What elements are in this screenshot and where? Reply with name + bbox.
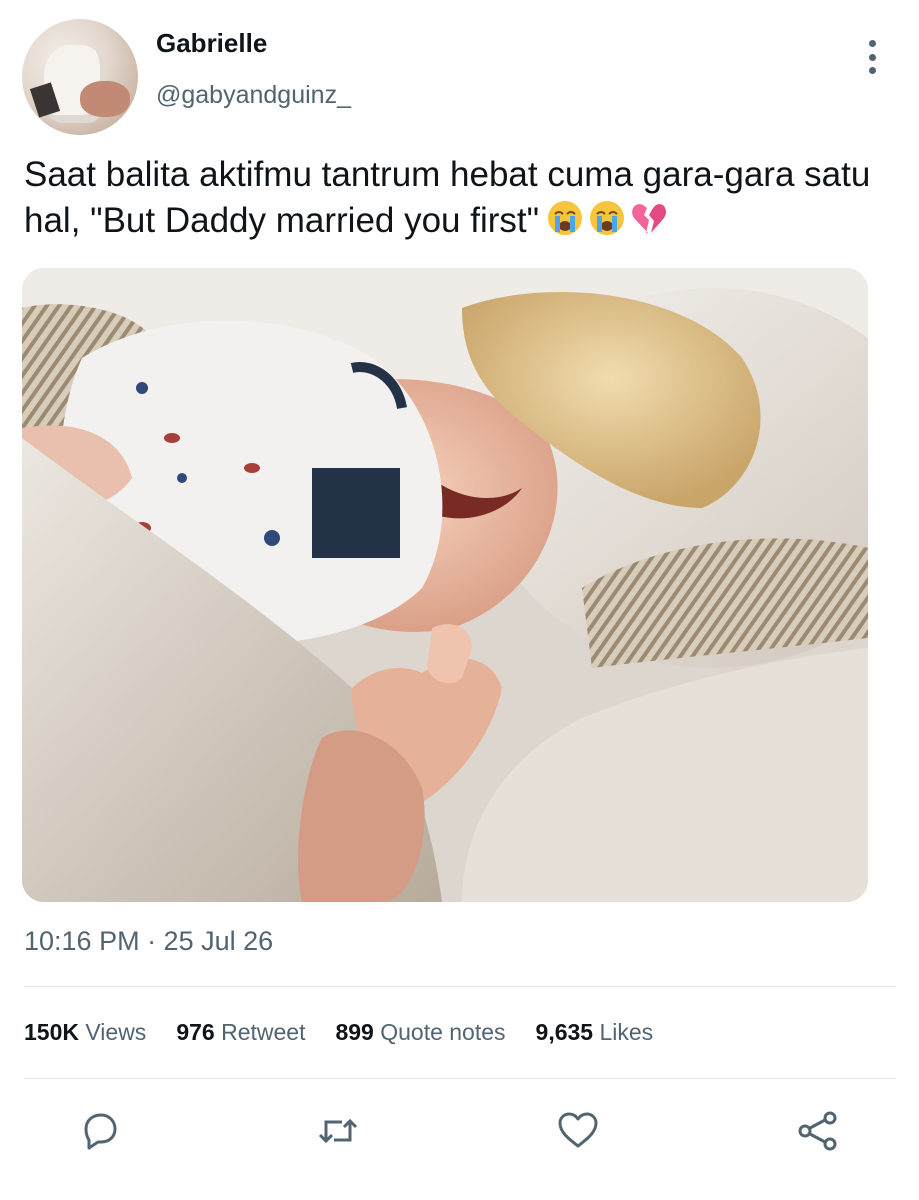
stat-label: Likes [599,1019,654,1045]
stat-value: 150K [24,1019,79,1045]
avatar[interactable] [22,19,138,135]
stat-quotes[interactable]: 899 Quote notes [335,1016,505,1048]
reply-icon [84,1113,117,1150]
more-dot [868,53,876,61]
emoji-group [545,198,669,238]
stat-value: 899 [335,1019,374,1045]
stat-label: Retweet [221,1019,306,1045]
stat-label: Quote notes [380,1019,506,1045]
like-icon [558,1112,598,1148]
retweet-icon [318,1118,358,1144]
user-handle[interactable]: @gabyandguinz_ [156,80,351,110]
display-name[interactable]: Gabrielle [156,28,267,58]
stat-retweets[interactable]: 976 Retweet [176,1016,305,1048]
retweet-button[interactable] [316,1110,360,1152]
divider [24,986,896,987]
avatar-hand-shape [80,81,130,117]
photo-illustration [22,268,868,902]
divider [24,1078,896,1079]
like-button[interactable] [556,1110,600,1152]
stat-value: 976 [176,1019,215,1045]
tweet-text: Saat balita aktifmu tantrum hebat cuma g… [24,152,896,244]
crying-face-emoji [590,201,625,235]
stat-value: 9,635 [535,1019,594,1045]
tweet-text-body: Saat balita aktifmu tantrum hebat cuma g… [24,155,871,240]
more-options-icon[interactable] [858,40,886,74]
tweet-timestamp[interactable]: 10:16 PM · 25 Jul 26 [24,924,273,958]
engagement-stats: 150K Views 976 Retweet 899 Quote notes 9… [24,1016,653,1048]
reply-button[interactable] [78,1110,122,1152]
more-dot [868,40,876,47]
tweet-photo[interactable] [22,268,868,902]
more-dot [868,67,876,74]
share-button[interactable] [796,1110,840,1152]
stat-views[interactable]: 150K Views [24,1016,146,1048]
crying-face-emoji [548,201,583,235]
stat-label: Views [85,1019,147,1045]
stat-likes[interactable]: 9,635 Likes [536,1016,654,1048]
broken-heart-emoji [632,204,667,233]
share-icon [798,1111,837,1151]
